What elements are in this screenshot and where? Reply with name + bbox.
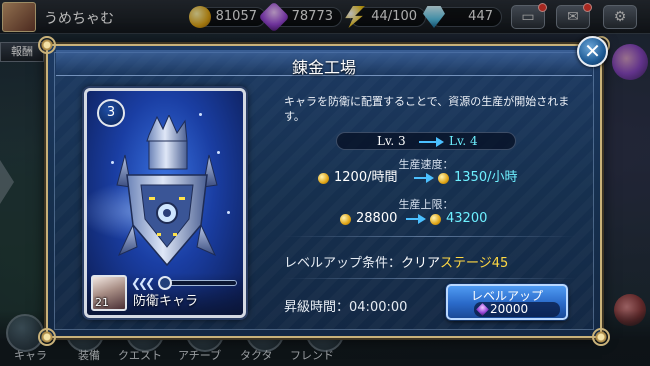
defender-portrait[interactable]: 21 [91,275,127,311]
arrow-head-icon [426,173,434,183]
current-level: Lv. 3 [377,134,406,148]
speed-next: 1350/小時 [454,170,518,185]
arrow-head-icon [418,214,426,224]
corner-ornament-icon [38,36,56,54]
upgrade-time-value: 04:00:00 [349,300,408,315]
building-level-badge: 3 [97,99,125,127]
condition-value: クリア [401,256,441,271]
dialog-title: 錬金工場 [291,58,356,77]
upgrade-time: 昇級時間：04:00:00 [284,296,407,315]
condition-stage: ステージ45 [440,256,509,271]
close-icon: ✕ [584,39,601,63]
arrow-head-icon [436,137,444,147]
production-cap-title: 生産上限： [398,198,454,211]
gold-coin-icon [318,173,329,184]
arrow-right-icon [419,141,437,143]
defender-level: 21 [95,296,109,309]
purple-gem-icon [476,303,489,316]
levelup-condition: レベルアップ条件：クリアステージ45 [284,252,508,271]
gold-coin-icon [340,214,351,225]
corner-ornament-icon [38,328,56,346]
close-button[interactable]: ✕ [577,36,608,67]
defender-gauge [158,276,237,290]
gold-coin-icon [430,214,441,225]
alchemy-factory-art-icon [116,115,218,267]
building-card: 3 21 ❮❮❮ 防衛キャラ [84,88,246,318]
upgrade-time-label: 昇級時間： [284,300,350,315]
level-up-cost-value: 20000 [490,302,529,316]
gauge-knob [158,276,172,290]
speed-current: 1200/時間 [334,170,398,185]
next-level: Lv. 4 [449,134,478,148]
alchemy-factory-dialog: 錬金工場 3 21 ❮❮❮ 防衛キャラ キャラを防衛に配置することで、資源の生産… [38,36,610,346]
level-change-pill: Lv. 3 Lv. 4 [336,132,516,150]
divider [284,236,576,237]
corner-ornament-icon [592,328,610,346]
defender-label: 防衛キャラ [133,294,199,309]
divider [284,278,576,279]
production-cap-row: 28800 43200 [340,211,540,227]
condition-label: レベルアップ条件： [284,256,402,271]
level-up-button[interactable]: レベルアップ 20000 [446,284,568,320]
level-up-cost: 20000 [474,302,560,317]
production-speed-row: 1200/時間 1350/小時 [318,170,558,186]
cap-next: 43200 [446,211,488,226]
gold-coin-icon [438,173,449,184]
dialog-description: キャラを防衛に配置することで、資源の生産が開始されます。 [284,95,570,123]
cap-current: 28800 [356,211,398,226]
